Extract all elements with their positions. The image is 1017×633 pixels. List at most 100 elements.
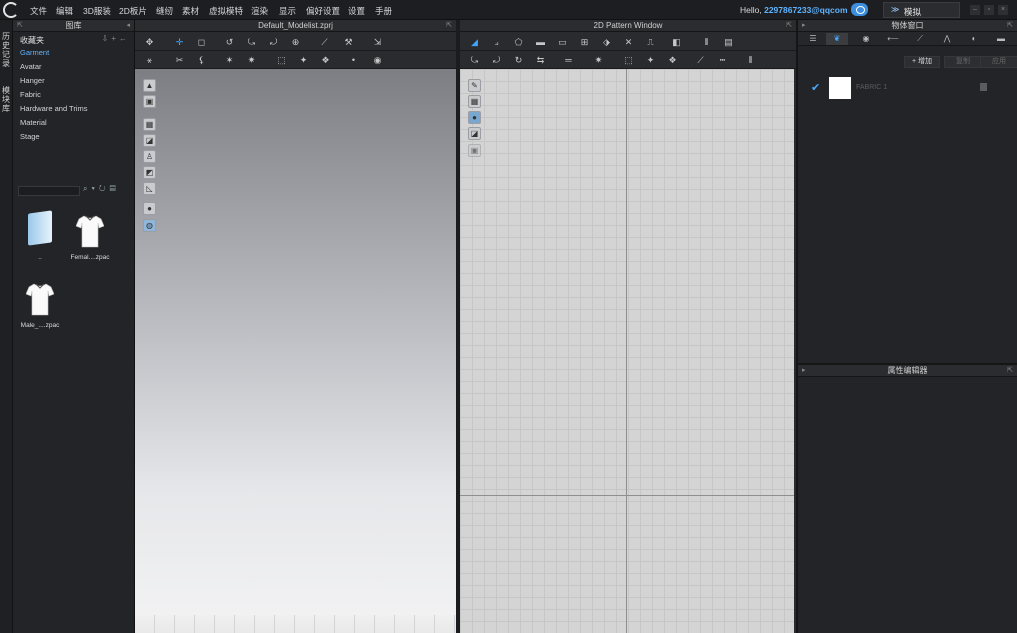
category-hanger[interactable]: Hanger [20,76,45,85]
puckering-icon[interactable]: ✦ [297,54,310,66]
seam-icon[interactable]: ⚹ [143,54,156,66]
add-button[interactable]: + 增加 [904,56,940,68]
multi-sew-icon[interactable]: ✦ [644,54,657,66]
pleat-icon[interactable]: ✷ [245,54,258,66]
menu-display[interactable]: 显示 [279,5,296,17]
line-icon[interactable]: ⟋ [318,36,331,48]
segment-sew-icon[interactable]: ✷ [592,54,605,66]
shirt-2d-icon[interactable]: ▦ [468,95,481,108]
collapse-icon[interactable]: ▸ [802,365,806,377]
rotate-icon[interactable]: ↺ [223,36,236,48]
popout-icon[interactable]: ⇱ [1007,20,1013,32]
category-avatar[interactable]: Avatar [20,62,42,71]
category-material[interactable]: Material [20,118,47,127]
segment-icon[interactable]: ◧ [670,36,683,48]
fabric-name[interactable]: FABRIC 1 [856,84,887,91]
pattern-2d-canvas[interactable]: ✎ ▦ ● ◪ ▣ [460,69,794,633]
texture-2d-icon[interactable]: ◪ [468,127,481,140]
menu-material[interactable]: 素材 [182,5,199,17]
menu-2d-pattern[interactable]: 2D板片 [119,5,147,17]
library-toolbar-icons[interactable]: ⇩+← [102,34,130,43]
avatar-display-icon[interactable]: ● [143,202,156,215]
library-search-input[interactable] [18,186,80,196]
menu-3d-garment[interactable]: 3D服装 [83,5,111,17]
user-email[interactable]: 2297867233@qqcom [764,5,847,15]
mode-select[interactable]: ≫ 模拟 ▾ [883,2,960,18]
cloud-icon[interactable] [851,3,868,16]
polygon-icon[interactable]: ⬠ [512,36,525,48]
avatar-view-icon[interactable]: ♙ [143,150,156,163]
edit-icon[interactable]: ⇲ [371,36,384,48]
pose-view-icon[interactable]: ◩ [143,166,156,179]
free-sew-icon[interactable]: ⬚ [622,54,635,66]
symmetry-icon[interactable]: ⫴ [700,36,713,48]
rotate-2d-icon[interactable]: ↻ [512,54,525,66]
tab-topstitch-icon[interactable]: ⟋ [909,33,931,45]
ruler-icon[interactable]: ▤ [722,36,735,48]
stitch-icon[interactable]: ✂ [173,54,186,66]
pen-tool-icon[interactable]: ✎ [468,79,481,92]
favorites-label[interactable]: 收藏夹 [20,35,44,46]
fabric-swatch[interactable] [829,77,851,99]
tack-icon[interactable]: ⤾ [267,36,280,48]
point-icon[interactable]: • [347,54,360,66]
flip-icon[interactable]: ⇆ [534,54,547,66]
popout-icon[interactable]: ⇱ [1007,365,1013,377]
search-icon[interactable]: ⌕▾↻▤ [83,184,120,194]
sew-line-icon[interactable]: ═ [562,54,575,66]
thumb-female-garment[interactable]: Femal....zpac [66,212,114,266]
transform-icon[interactable]: ✛ [173,36,186,48]
check-icon[interactable]: ✔ [811,81,820,94]
menu-settings[interactable]: 设置 [348,5,365,17]
trace-icon[interactable]: ✕ [622,36,635,48]
box-select-icon[interactable]: ◻ [195,36,208,48]
sphere-icon[interactable]: ◉ [371,54,384,66]
tab-fabric-icon[interactable]: ❦ [826,33,848,45]
ellipse-icon[interactable]: ▭ [556,36,569,48]
edit-pattern-icon[interactable]: ⟓ [490,36,503,48]
dashed-line-icon[interactable]: ┅ [716,54,729,66]
annotation-icon[interactable]: ⫴ [744,54,757,66]
select-move-icon[interactable]: ✥ [143,36,156,48]
apply-button[interactable]: 应用 [980,56,1017,68]
tab-buttonhole-icon[interactable]: ⟵ [882,33,904,45]
dart-icon[interactable]: ⬗ [600,36,613,48]
fold-icon[interactable]: ⤿ [245,36,258,48]
tab-zipper-icon[interactable]: ▬ [990,33,1012,45]
category-hardware[interactable]: Hardware and Trims [20,104,88,113]
shirt-view-icon[interactable]: ▦ [143,118,156,131]
garment-view-icon[interactable]: ▣ [143,95,156,108]
view-tool-icon[interactable]: ▲ [143,79,156,92]
measure-icon[interactable]: ⚒ [342,36,355,48]
category-fabric[interactable]: Fabric [20,90,41,99]
fabric-2d-icon[interactable]: ❖ [666,54,679,66]
rectangle-icon[interactable]: ▬ [534,36,547,48]
viewport-3d-canvas[interactable]: ▲ ▣ ▦ ◪ ♙ ◩ ◺ ● ◍ [135,69,456,633]
tab-modules[interactable]: 模块库 [2,86,12,113]
popout-icon[interactable]: ⇱ [786,20,792,32]
tab-button-icon[interactable]: ◉ [855,33,877,45]
category-garment[interactable]: Garment [20,48,49,57]
category-stage[interactable]: Stage [20,132,40,141]
minimize-icon[interactable]: – [970,5,980,15]
thumb-male-garment[interactable]: Male_....zpac [16,280,64,334]
internal-poly-icon[interactable]: ⊞ [578,36,591,48]
texture-view-icon[interactable]: ◪ [143,134,156,147]
zoom-2d-icon[interactable]: ● [468,111,481,124]
topstitch-icon[interactable]: ✶ [223,54,236,66]
menu-edit[interactable]: 编辑 [56,5,73,17]
button-tool-icon[interactable]: ⬚ [275,54,288,66]
close-icon[interactable]: × [998,5,1008,15]
menu-sewing[interactable]: 缝纫 [156,5,173,17]
popout-icon[interactable]: ⇱ [446,20,452,32]
menu-file[interactable]: 文件 [30,5,47,17]
fabric-list-item[interactable]: ✔ FABRIC 1 [808,76,1008,100]
select-pattern-icon[interactable]: ◢ [468,36,481,48]
measure-view-icon[interactable]: ◺ [143,182,156,195]
tab-texture-icon[interactable]: ◐ [963,33,985,45]
fabric-icon[interactable]: ❖ [319,54,332,66]
menu-manual[interactable]: 手册 [375,5,392,17]
trash-icon[interactable] [980,83,987,91]
tab-list-icon[interactable]: ☰ [802,33,824,45]
copy-button[interactable]: 复制 [944,56,982,68]
